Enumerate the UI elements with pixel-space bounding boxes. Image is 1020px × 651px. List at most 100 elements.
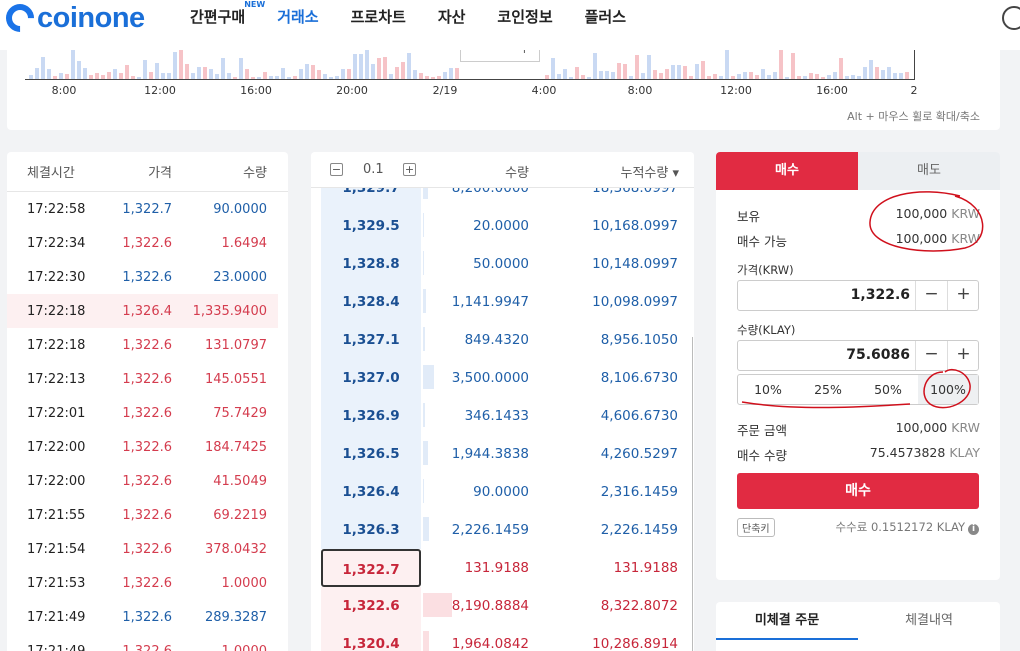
- trade-row[interactable]: 17:22:13 1,322.6 145.0551: [7, 362, 278, 396]
- trade-row[interactable]: 17:21:54 1,322.6 378.0432: [7, 532, 278, 566]
- qty-increase-button[interactable]: +: [947, 341, 979, 370]
- volume-bar: [347, 69, 351, 79]
- trade-row[interactable]: 17:21:49 1,322.6 289.3287: [7, 600, 278, 634]
- volume-bar: [137, 77, 141, 79]
- nav-item-4[interactable]: 코인정보: [497, 6, 552, 27]
- user-menu-icon[interactable]: [1002, 6, 1020, 30]
- volume-bar: [161, 73, 165, 79]
- nav-item-5[interactable]: 플러스: [585, 6, 626, 27]
- trade-price: 1,326.4: [122, 303, 172, 319]
- orderbook-bid-row[interactable]: 1,322.7 131.9188 131.9188: [311, 549, 694, 587]
- price-increase-button[interactable]: +: [947, 281, 979, 310]
- price-decrease-button[interactable]: −: [915, 281, 947, 310]
- nav-item-0[interactable]: 간편구매 NEW: [190, 0, 265, 27]
- orderbook-ask-row[interactable]: 1,327.0 3,500.0000 8,106.6730: [311, 359, 694, 397]
- trade-row[interactable]: 17:21:49 1,322.6 1.0000: [7, 634, 278, 651]
- volume-bar: [869, 60, 873, 79]
- orderbook-ask-row[interactable]: 1,326.9 346.1433 4,606.6730: [311, 397, 694, 435]
- trade-row[interactable]: 17:21:55 1,322.6 69.2219: [7, 498, 278, 532]
- buy-submit-button[interactable]: 매수: [737, 473, 979, 509]
- orderbook-ask-row[interactable]: 1,327.1 849.4320 8,956.1050: [311, 321, 694, 359]
- volume-bar: [575, 67, 579, 79]
- volume-bar: [329, 77, 333, 79]
- trade-time: 17:22:34: [27, 235, 86, 251]
- orderbook-ask-row[interactable]: 1,329.5 20.0000 10,168.0997: [311, 207, 694, 245]
- volume-bar: [887, 67, 891, 79]
- orderbook-ask-row[interactable]: 1,326.3 2,226.1459 2,226.1459: [311, 511, 694, 549]
- unit-decrease-button[interactable]: −: [330, 163, 343, 176]
- orderbook-price[interactable]: 1,320.4: [321, 625, 421, 651]
- orderbook-cumulative: 10,098.0997: [592, 294, 678, 310]
- percent-option[interactable]: 10%: [738, 375, 798, 404]
- orderbook-price[interactable]: 1,326.9: [321, 397, 421, 435]
- order-total-label: 주문 금액: [737, 423, 787, 438]
- volume-bar: [407, 53, 411, 79]
- volume-bar: [725, 47, 729, 79]
- trade-price: 1,322.6: [122, 643, 172, 651]
- trade-row[interactable]: 17:21:53 1,322.6 1.0000: [7, 566, 278, 600]
- qty-decrease-button[interactable]: −: [915, 341, 947, 370]
- percent-option[interactable]: 25%: [798, 375, 858, 404]
- volume-bar: [713, 74, 717, 79]
- trade-row[interactable]: 17:22:34 1,322.6 1.6494: [7, 226, 278, 260]
- trades-header: 체결시간 가격 수량: [7, 152, 288, 192]
- tab-buy[interactable]: 매수: [716, 152, 858, 190]
- volume-bar: [257, 77, 261, 79]
- orderbook-ask-row[interactable]: 1,328.4 1,141.9947 10,098.0997: [311, 283, 694, 321]
- orderbook-price[interactable]: 1,328.8: [321, 245, 421, 283]
- orderbook-bid-row[interactable]: 1,320.4 1,964.0842 10,286.8914: [311, 625, 694, 651]
- balance-value: 100,000: [895, 206, 948, 221]
- orderbook-ask-row[interactable]: 1,326.5 1,944.3838 4,260.5297: [311, 435, 694, 473]
- orderbook-price[interactable]: 1,327.0: [321, 359, 421, 397]
- orderbook-price[interactable]: 1,322.7: [321, 549, 421, 587]
- info-icon[interactable]: i: [968, 524, 979, 535]
- orderbook-header-cumulative[interactable]: 누적수량 ▾: [611, 162, 680, 181]
- trade-price: 1,322.6: [122, 473, 172, 489]
- orderbook-bid-row[interactable]: 1,322.6 8,190.8884 8,322.8072: [311, 587, 694, 625]
- orderbook-ask-row[interactable]: 1,326.4 90.0000 2,316.1459: [311, 473, 694, 511]
- tab-sell[interactable]: 매도: [858, 152, 1000, 190]
- trade-row[interactable]: 17:22:01 1,322.6 75.7429: [7, 396, 278, 430]
- qty-value[interactable]: 75.6086: [738, 341, 910, 370]
- orderbook-qty: 1,964.0842: [451, 636, 529, 651]
- orderbook-price[interactable]: 1,328.4: [321, 283, 421, 321]
- orderbook-price[interactable]: 1,329.5: [321, 207, 421, 245]
- trade-row[interactable]: 17:22:58 1,322.7 90.0000: [7, 192, 278, 226]
- volume-bar: [659, 73, 663, 79]
- coinone-logo[interactable]: coinone: [0, 0, 145, 38]
- tab-open-orders[interactable]: 미체결 주문: [716, 602, 858, 640]
- trade-row[interactable]: 17:22:30 1,322.6 23.0000: [7, 260, 278, 294]
- orderbook-price[interactable]: 1,326.4: [321, 473, 421, 511]
- volume-bar: [53, 76, 57, 79]
- orderbook-price[interactable]: 1,322.6: [321, 587, 421, 625]
- nav-item-2[interactable]: 프로차트: [351, 6, 406, 27]
- volume-bar: [863, 67, 867, 79]
- main-nav: 간편구매 NEW 거래소 프로차트 자산 코인정보 플러스: [190, 0, 658, 27]
- nav-item-label: 코인정보: [497, 8, 553, 26]
- volume-bar: [143, 60, 147, 79]
- tab-trade-history[interactable]: 체결내역: [858, 602, 1000, 640]
- orderbook-ask-row[interactable]: 1,328.8 50.0000 10,148.0997: [311, 245, 694, 283]
- price-input[interactable]: 1,322.6 − +: [737, 280, 979, 311]
- qty-input[interactable]: 75.6086 − +: [737, 340, 979, 371]
- orderbook-cumulative: 2,316.1459: [600, 484, 678, 500]
- trade-row[interactable]: 17:22:18 1,322.6 131.0797: [7, 328, 278, 362]
- nav-item-1[interactable]: 거래소: [277, 6, 318, 27]
- orderbook-price[interactable]: 1,327.1: [321, 321, 421, 359]
- nav-item-3[interactable]: 자산: [438, 6, 466, 27]
- orderbook-price[interactable]: 1,326.5: [321, 435, 421, 473]
- shortcut-button[interactable]: 단축키: [737, 518, 775, 537]
- price-value[interactable]: 1,322.6: [738, 281, 910, 310]
- volume-bar: [209, 69, 213, 79]
- volume-bar: [803, 76, 807, 79]
- orderbook-price[interactable]: 1,326.3: [321, 511, 421, 549]
- trade-qty: 41.5049: [213, 473, 267, 489]
- percent-option[interactable]: 100%: [918, 375, 978, 404]
- orderbook-qty: 3,500.0000: [451, 370, 529, 386]
- percent-option[interactable]: 50%: [858, 375, 918, 404]
- trade-row[interactable]: 17:22:00 1,322.6 41.5049: [7, 464, 278, 498]
- orderbook-scrollbar[interactable]: [692, 337, 693, 651]
- trade-row[interactable]: 17:22:18 1,326.4 1,335.9400: [7, 294, 278, 328]
- unit-increase-button[interactable]: +: [403, 163, 416, 176]
- trade-row[interactable]: 17:22:00 1,322.6 184.7425: [7, 430, 278, 464]
